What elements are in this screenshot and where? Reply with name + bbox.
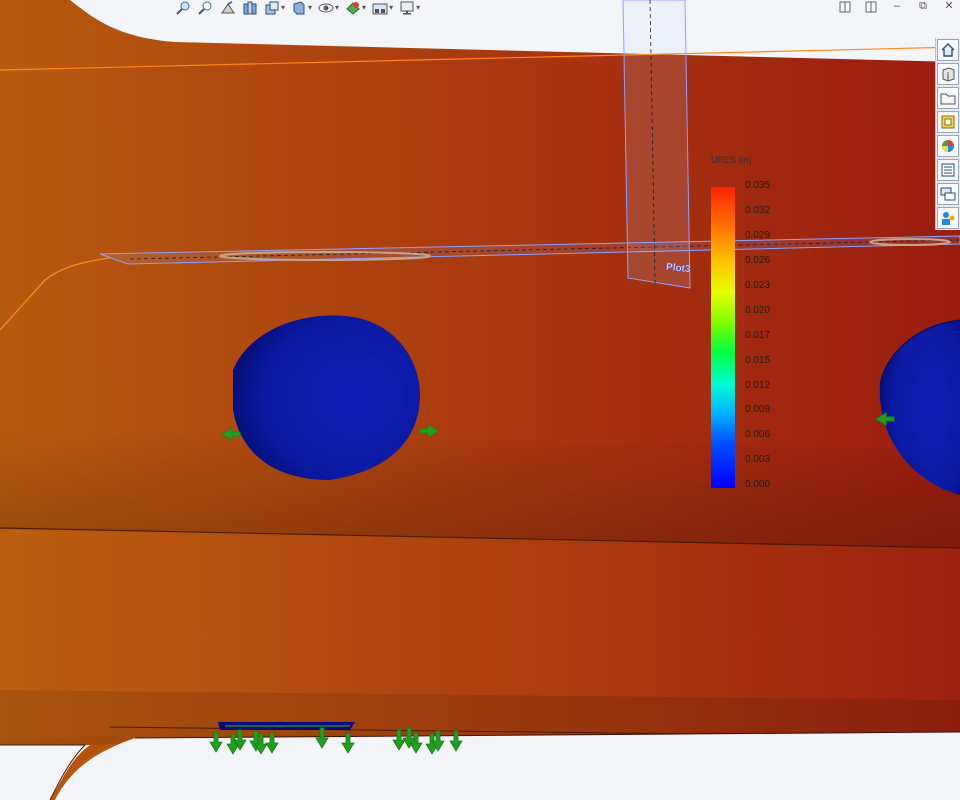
- view-orientation-icon: [265, 1, 279, 15]
- section-view-icon: [243, 1, 257, 15]
- display-style-icon: [293, 1, 305, 15]
- bearing-load-arrows: [221, 412, 895, 441]
- hide-show-items-button[interactable]: ▾: [318, 1, 339, 15]
- restore-button[interactable]: ⧉: [912, 0, 934, 14]
- zoom-to-area-icon: [198, 1, 212, 15]
- home-icon: [941, 43, 955, 57]
- 3d-part-icon: [942, 67, 955, 82]
- tab-custom-properties[interactable]: [937, 159, 959, 181]
- appearances-icon: [942, 140, 954, 152]
- zoom-to-fit-button[interactable]: [176, 1, 192, 15]
- view-settings-button[interactable]: ▾: [399, 1, 420, 15]
- zoom-to-area-button[interactable]: [198, 1, 214, 15]
- resources-icon: [942, 212, 955, 225]
- legend-tick-label: 0.012: [745, 380, 771, 391]
- task-pane-tabs: [935, 38, 960, 230]
- window-controls: – ⧉ ✕: [834, 0, 960, 14]
- tab-3d-parts[interactable]: [937, 63, 959, 85]
- close-button[interactable]: ✕: [938, 0, 960, 14]
- chevron-down-icon: ▾: [308, 3, 313, 12]
- tile-window-button[interactable]: [834, 0, 856, 14]
- legend-tick-label: 0.029: [745, 230, 771, 241]
- tile-left-icon: [839, 1, 851, 13]
- tab-appearances[interactable]: [937, 135, 959, 157]
- edit-appearance-button[interactable]: ▾: [345, 1, 366, 15]
- legend-tick-label: 0.020: [745, 305, 771, 316]
- tile-window-right-button[interactable]: [860, 0, 882, 14]
- previous-view-icon: [221, 1, 235, 14]
- legend-title: URES (in): [711, 155, 752, 165]
- previous-view-button[interactable]: [220, 1, 236, 15]
- custom-properties-icon: [941, 163, 955, 177]
- chevron-down-icon: ▾: [335, 3, 340, 12]
- folder-icon: [940, 93, 956, 105]
- legend-tick-label: 0.017: [745, 330, 771, 341]
- section-view-button[interactable]: [242, 1, 258, 15]
- apply-scene-icon: [372, 3, 388, 15]
- chevron-down-icon: ▾: [362, 3, 367, 12]
- legend-tick-label: 0.023: [745, 280, 771, 291]
- zoom-to-fit-icon: [176, 1, 190, 15]
- chevron-down-icon: ▾: [281, 3, 286, 12]
- legend-tick-label: 0.003: [745, 454, 771, 465]
- chevron-down-icon: ▾: [389, 3, 394, 12]
- legend-color-bar: [711, 187, 735, 488]
- legend-tick-label: 0.000: [745, 479, 771, 490]
- legend-tick-label: 0.009: [745, 404, 771, 415]
- view-settings-icon: [400, 1, 414, 15]
- legend-tick-label: 0.035: [745, 180, 771, 191]
- display-style-button[interactable]: ▾: [291, 1, 312, 15]
- legend-tick-label: 0.015: [745, 355, 771, 366]
- view-orientation-button[interactable]: ▾: [264, 1, 285, 15]
- tab-file-explorer[interactable]: [937, 87, 959, 109]
- minimize-button[interactable]: –: [886, 0, 908, 14]
- edit-appearance-icon: [346, 2, 360, 15]
- hide-show-items-icon: [318, 3, 334, 13]
- legend-tick-label: 0.006: [745, 429, 771, 440]
- design-library-icon: [941, 115, 955, 129]
- chevron-down-icon: ▾: [416, 3, 421, 12]
- tile-right-icon: [865, 1, 877, 13]
- heads-up-view-toolbar: ▾ ▾ ▾ ▾ ▾ ▾: [176, 0, 420, 16]
- legend-tick-label: 0.026: [745, 255, 771, 266]
- tab-forum[interactable]: [937, 183, 959, 205]
- forum-icon: [940, 187, 956, 201]
- tab-home[interactable]: [937, 39, 959, 61]
- tab-design-library[interactable]: [937, 111, 959, 133]
- tab-resources[interactable]: [937, 207, 959, 229]
- apply-scene-button[interactable]: ▾: [372, 1, 393, 15]
- legend-tick-label: 0.032: [745, 205, 771, 216]
- remote-load-arrows: [209, 727, 463, 755]
